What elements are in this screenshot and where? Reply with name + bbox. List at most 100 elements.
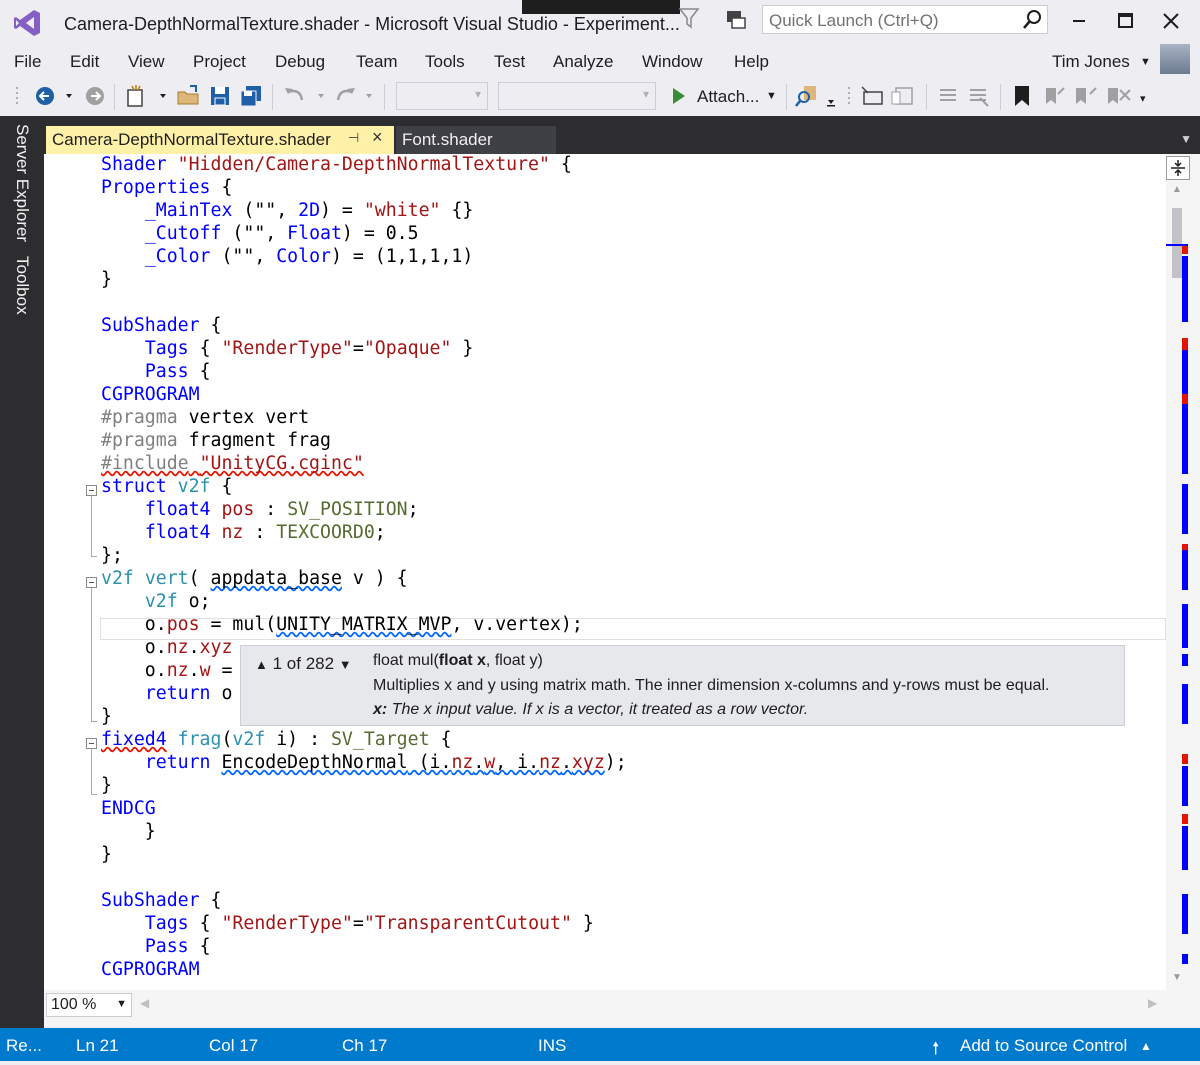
undo-icon[interactable] bbox=[282, 84, 332, 108]
function-signature: float mul(float x, float y) bbox=[373, 652, 543, 669]
menu-view[interactable]: View bbox=[128, 52, 165, 72]
code-line: struct v2f { bbox=[101, 476, 233, 497]
previous-overload-icon[interactable]: ▲ bbox=[255, 657, 268, 672]
close-window-button[interactable] bbox=[1154, 6, 1188, 36]
save-all-icon[interactable] bbox=[238, 84, 264, 108]
change-markers bbox=[1166, 244, 1188, 964]
overload-navigator[interactable]: ▲ 1 of 282 ▼ bbox=[255, 654, 352, 674]
code-line: Properties { bbox=[101, 177, 233, 198]
add-to-source-control-button[interactable]: Add to Source Control bbox=[960, 1036, 1127, 1056]
tab-font-shader[interactable]: Font.shader bbox=[396, 126, 556, 154]
code-line: #pragma vertex vert bbox=[101, 407, 310, 428]
maximize-button[interactable] bbox=[1108, 6, 1142, 36]
menu-team[interactable]: Team bbox=[356, 52, 398, 72]
tool-window-sidebar: Server Explorer Toolbox bbox=[0, 116, 44, 1028]
bookmark-icon[interactable] bbox=[1010, 84, 1034, 108]
code-line: Pass { bbox=[144, 936, 211, 957]
scroll-marker bbox=[1182, 826, 1188, 870]
code-line: }; bbox=[101, 545, 123, 566]
minimize-button[interactable] bbox=[1062, 6, 1096, 36]
collapse-toggle-frag[interactable] bbox=[86, 738, 97, 749]
menu-debug[interactable]: Debug bbox=[275, 52, 325, 72]
find-in-files-icon[interactable] bbox=[794, 84, 842, 108]
scroll-marker bbox=[1182, 394, 1188, 404]
vertical-scrollbar[interactable]: ▲ ▼ bbox=[1166, 154, 1200, 990]
code-line: SubShader { bbox=[101, 315, 222, 336]
forward-icon[interactable] bbox=[84, 84, 106, 108]
code-line: CGPROGRAM bbox=[101, 384, 200, 405]
user-name[interactable]: Tim Jones bbox=[1052, 52, 1130, 72]
scroll-marker bbox=[1182, 894, 1188, 934]
next-overload-icon[interactable]: ▼ bbox=[339, 657, 352, 672]
code-line: _Cutoff ("", Float) = 0.5 bbox=[144, 223, 419, 244]
zoom-select[interactable]: 100 % ▼ bbox=[46, 993, 132, 1017]
code-line: Pass { bbox=[144, 361, 211, 382]
new-project-icon[interactable] bbox=[124, 84, 170, 108]
text-editor-commands-icon[interactable] bbox=[846, 84, 920, 108]
code-line: ENDCG bbox=[101, 798, 156, 819]
scroll-marker bbox=[1182, 754, 1188, 764]
code-line: v2f o; bbox=[144, 591, 211, 612]
solution-configuration-select[interactable] bbox=[396, 82, 488, 110]
tab-label: Camera-DepthNormalTexture.shader bbox=[52, 130, 331, 149]
menu-tools[interactable]: Tools bbox=[425, 52, 465, 72]
code-line: float4 pos : SV_POSITION; bbox=[144, 499, 419, 520]
search-icon[interactable] bbox=[1021, 9, 1043, 31]
chevron-down-icon[interactable]: ▼ bbox=[766, 90, 778, 114]
caret-position-marker bbox=[1166, 244, 1188, 246]
toolbar-grip-back-forward[interactable] bbox=[14, 84, 84, 108]
code-line: } bbox=[101, 844, 112, 865]
menu-project[interactable]: Project bbox=[193, 52, 246, 72]
code-line: o.pos = mul(UNITY_MATRIX_MVP, v.vertex); bbox=[101, 614, 583, 635]
zoom-level: 100 % bbox=[51, 996, 97, 1013]
code-line: SubShader { bbox=[101, 890, 222, 911]
menu-file[interactable]: File bbox=[14, 52, 41, 72]
menu-edit[interactable]: Edit bbox=[70, 52, 99, 72]
scroll-down-icon[interactable]: ▼ bbox=[1172, 972, 1182, 983]
filter-icon[interactable] bbox=[678, 6, 700, 30]
title-bar: Camera-DepthNormalTexture.shader - Micro… bbox=[0, 0, 1200, 44]
avatar[interactable] bbox=[1160, 44, 1190, 74]
chevron-down-icon[interactable]: ▼ bbox=[116, 998, 127, 1010]
solution-platform-select[interactable] bbox=[498, 82, 656, 110]
code-line: float4 nz : TEXCOORD0; bbox=[144, 522, 386, 543]
scroll-left-icon[interactable]: ◀ bbox=[140, 996, 149, 1010]
feedback-icon[interactable] bbox=[724, 8, 748, 32]
collapse-toggle-vert[interactable] bbox=[86, 577, 97, 588]
horizontal-scrollbar[interactable]: 100 % ▼ ◀ ▶ bbox=[44, 990, 1200, 1026]
menu-window[interactable]: Window bbox=[642, 52, 702, 72]
quick-launch-placeholder: Quick Launch (Ctrl+Q) bbox=[769, 11, 939, 30]
pin-icon[interactable]: ⊣ bbox=[348, 130, 359, 146]
menu-help[interactable]: Help bbox=[734, 52, 769, 72]
tab-camera-depthnormaltexture[interactable]: Camera-DepthNormalTexture.shader ⊣ × bbox=[46, 126, 394, 154]
tab-overflow-icon[interactable]: ▼ bbox=[1180, 132, 1192, 146]
bookmark-navigation-icons[interactable] bbox=[1040, 84, 1140, 108]
chevron-down-icon[interactable]: ▼ bbox=[1140, 56, 1151, 68]
redo-icon[interactable] bbox=[334, 84, 380, 108]
menu-test[interactable]: Test bbox=[494, 52, 525, 72]
status-char: Ch 17 bbox=[342, 1036, 388, 1055]
toolbar-overflow-icon[interactable]: ▾ bbox=[1140, 92, 1152, 116]
comment-lines-icon[interactable] bbox=[934, 84, 994, 108]
start-debugging-icon[interactable] bbox=[668, 84, 688, 108]
menu-analyze[interactable]: Analyze bbox=[553, 52, 613, 72]
status-line: Ln 21 bbox=[76, 1036, 119, 1055]
toolbox-tab[interactable]: Toolbox bbox=[12, 256, 32, 315]
collapse-toggle-struct[interactable] bbox=[86, 485, 97, 496]
status-ready: Re... bbox=[6, 1036, 42, 1055]
code-line: o.nz.xyz bbox=[101, 637, 233, 658]
attach-button[interactable]: Attach... bbox=[697, 87, 759, 107]
close-icon[interactable]: × bbox=[372, 127, 383, 148]
server-explorer-tab[interactable]: Server Explorer bbox=[12, 124, 32, 242]
code-line: Tags { "RenderType"="TransparentCutout" … bbox=[144, 913, 594, 934]
save-icon[interactable] bbox=[208, 84, 232, 108]
scroll-marker bbox=[1182, 604, 1188, 648]
overload-count: 1 of 282 bbox=[272, 654, 335, 673]
chevron-up-icon[interactable]: ▲ bbox=[1140, 1039, 1152, 1053]
open-folder-icon[interactable] bbox=[176, 84, 202, 108]
code-editor[interactable]: Shader "Hidden/Camera-DepthNormalTexture… bbox=[44, 154, 1166, 990]
quick-launch-input[interactable]: Quick Launch (Ctrl+Q) bbox=[762, 5, 1048, 34]
scroll-right-icon[interactable]: ▶ bbox=[1148, 996, 1157, 1010]
parameter-info-tooltip: ▲ 1 of 282 ▼ float mul(float x, float y)… bbox=[240, 645, 1125, 726]
scroll-marker bbox=[1182, 256, 1188, 292]
